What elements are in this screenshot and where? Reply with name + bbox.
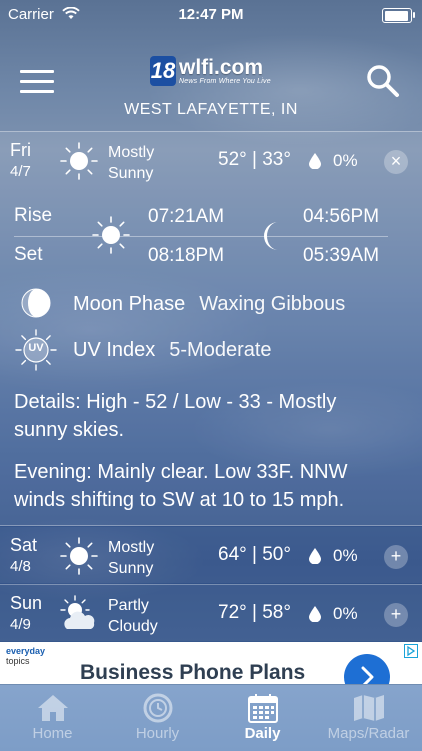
- rise-set-divider: [14, 236, 388, 237]
- hamburger-menu-icon[interactable]: [20, 70, 54, 96]
- sun-icon: [60, 142, 98, 180]
- high-low-temps: 52° | 33°: [218, 149, 291, 170]
- tab-home-label: Home: [32, 725, 73, 742]
- condition-line1: Mostly: [108, 539, 155, 556]
- raindrop-icon: [309, 548, 321, 564]
- condition-line2: Sunny: [108, 165, 154, 182]
- ad-brand-line1: everyday: [6, 646, 46, 656]
- tab-daily-label: Daily: [244, 725, 281, 742]
- moon-phase-value: Waxing Gibbous: [199, 293, 346, 315]
- forecast-row-sat[interactable]: Sat 4/8 Mostly Sunny 64° | 50° 0% +: [0, 527, 422, 583]
- collapse-button[interactable]: ×: [384, 150, 408, 174]
- evening-text: Evening: Mainly clear. Low 33F. NNW wind…: [14, 461, 348, 511]
- condition-line1: Partly: [108, 597, 149, 614]
- ad-banner[interactable]: everyday topics Business Phone Plans: [0, 642, 422, 684]
- expand-button[interactable]: +: [384, 545, 408, 569]
- uv-index-value: 5-Moderate: [169, 339, 272, 361]
- tab-hourly[interactable]: Hourly: [105, 685, 210, 751]
- tab-home[interactable]: Home: [0, 685, 105, 751]
- ad-brand: everyday topics: [6, 646, 45, 666]
- raindrop-icon: [309, 606, 321, 622]
- uv-icon: UV: [14, 328, 58, 372]
- moon-crescent-icon: [264, 222, 278, 250]
- moonrise-time: 04:56PM: [303, 206, 380, 227]
- day-date: 4/8: [10, 558, 31, 575]
- ad-headline[interactable]: Business Phone Plans: [80, 661, 305, 684]
- moonset-time: 05:39AM: [303, 245, 380, 266]
- sunset-time: 08:18PM: [148, 245, 225, 266]
- high-low-temps: 72° | 58°: [218, 602, 291, 623]
- status-bar: Carrier 12:47 PM: [0, 0, 422, 30]
- condition-line1: Mostly: [108, 144, 155, 161]
- sunrise-time: 07:21AM: [148, 206, 225, 227]
- tab-maps-radar[interactable]: Maps/Radar: [315, 685, 422, 751]
- forecast-row-fri[interactable]: Fri 4/7 Mostly Sunny 52° | 33° 0% ×: [0, 132, 422, 188]
- ad-choices-icon[interactable]: [404, 644, 418, 658]
- clock: 12:47 PM: [178, 6, 244, 23]
- condition-text: Mostly Sunny: [108, 142, 154, 184]
- day-date: 4/9: [10, 616, 31, 633]
- tab-bar: Home Hourly Daily Maps/Radar: [0, 684, 422, 751]
- moon-phase-icon: [21, 288, 51, 318]
- logo-tagline: News From Where You Live: [179, 77, 271, 85]
- map-icon: [353, 695, 384, 721]
- condition-line2: Sunny: [108, 560, 154, 577]
- condition-line2: Cloudy: [108, 618, 158, 635]
- set-label: Set: [14, 244, 43, 265]
- forecast-row-sun[interactable]: Sun 4/9 Partly Cloudy 72° | 58° 0% +: [0, 585, 422, 641]
- day-name: Sat: [10, 535, 38, 555]
- calendar-icon: [247, 694, 278, 723]
- uv-index-label: UV Index: [73, 339, 156, 361]
- moon-phase-label: Moon Phase: [73, 293, 186, 315]
- uv-icon-text: UV: [28, 342, 44, 354]
- day-name: Sun: [10, 593, 43, 613]
- ad-brand-line2: topics: [6, 656, 30, 666]
- rise-label: Rise: [14, 205, 53, 226]
- partly-cloudy-icon: [60, 595, 95, 629]
- tab-daily[interactable]: Daily: [210, 685, 315, 751]
- home-icon: [37, 695, 68, 721]
- sunrise-sun-icon: [92, 216, 130, 254]
- chevron-right-icon: [361, 666, 374, 684]
- condition-text: Partly Cloudy: [108, 595, 158, 637]
- precip-chance: 0%: [333, 546, 358, 565]
- logo-name: wlfi.com: [179, 55, 264, 79]
- location-label: WEST LAFAYETTE, IN: [124, 101, 298, 118]
- tab-maps-radar-label: Maps/Radar: [327, 725, 410, 742]
- raindrop-icon: [309, 153, 321, 169]
- condition-text: Mostly Sunny: [108, 537, 154, 579]
- day-date: 4/7: [10, 163, 31, 180]
- logo-badge: 18: [150, 56, 176, 86]
- uv-index-row: UV Index 5-Moderate: [73, 339, 272, 362]
- expand-button[interactable]: +: [384, 603, 408, 627]
- battery-icon: [382, 8, 415, 23]
- station-logo: 18 wlfi.com News From Where You Live: [150, 56, 271, 86]
- expanded-day-panel: Fri 4/7 Mostly Sunny 52° | 33° 0% × Rise…: [0, 131, 422, 526]
- high-low-temps: 64° | 50°: [218, 544, 291, 565]
- sun-icon: [60, 537, 98, 575]
- search-icon[interactable]: [366, 64, 400, 98]
- moon-phase-row: Moon Phase Waxing Gibbous: [73, 293, 345, 316]
- app-header: 18 wlfi.com News From Where You Live WES…: [0, 30, 422, 130]
- tab-hourly-label: Hourly: [135, 725, 180, 742]
- details-text: Details: High - 52 / Low - 33 - Mostly s…: [14, 391, 337, 441]
- ad-go-button[interactable]: [344, 654, 390, 684]
- precip-chance: 0%: [333, 151, 358, 170]
- clock-icon: [143, 693, 172, 723]
- precip-chance: 0%: [333, 604, 358, 623]
- day-name: Fri: [10, 140, 31, 160]
- row-divider: [0, 525, 422, 526]
